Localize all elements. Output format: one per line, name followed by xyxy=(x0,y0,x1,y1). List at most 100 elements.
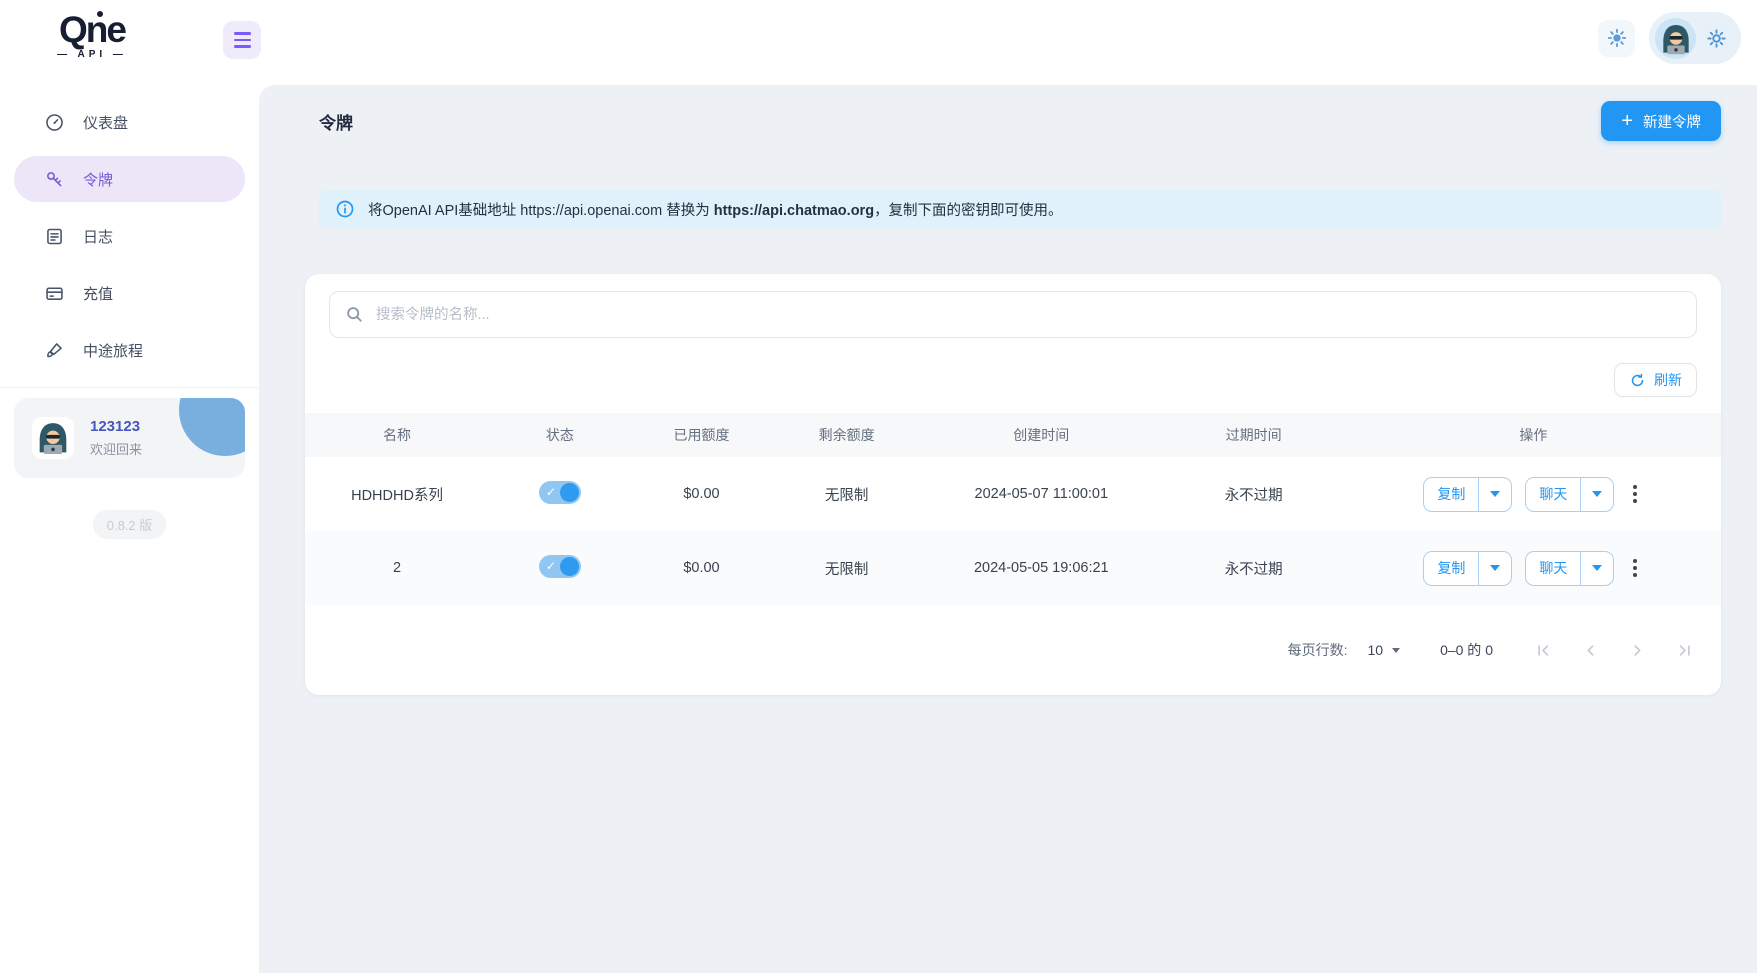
user-name: 123123 xyxy=(90,418,142,435)
status-toggle[interactable]: ✓ xyxy=(539,555,581,578)
copy-dropdown-button[interactable] xyxy=(1478,552,1511,585)
more-actions-icon[interactable] xyxy=(1627,479,1643,509)
sidebar-item-logs[interactable]: 日志 xyxy=(14,213,245,259)
user-avatar[interactable] xyxy=(1655,18,1696,59)
first-page-icon[interactable] xyxy=(1533,640,1554,661)
refresh-button[interactable]: 刷新 xyxy=(1614,363,1697,397)
logo-wordmark: Qne xyxy=(59,9,125,50)
token-name: HDHDHD系列 xyxy=(305,457,489,531)
sidebar-user-card[interactable]: 123123 欢迎回来 xyxy=(14,398,245,478)
chevron-down-icon xyxy=(1592,491,1602,497)
chat-button[interactable]: 聊天 xyxy=(1526,552,1580,585)
copy-split-button: 复制 xyxy=(1423,551,1512,586)
pagination: 每页行数: 10 0–0 的 0 xyxy=(305,605,1721,695)
banner-text-prefix: 将OpenAI API基础地址 https://api.openai.com 替… xyxy=(368,203,714,219)
created-time: 2024-05-07 11:00:01 xyxy=(921,457,1162,531)
check-icon: ✓ xyxy=(546,559,556,573)
copy-dropdown-button[interactable] xyxy=(1478,478,1511,511)
sidebar-item-topup[interactable]: 充值 xyxy=(14,270,245,316)
rows-per-page-select[interactable]: 10 xyxy=(1367,642,1400,658)
search-input[interactable] xyxy=(329,291,1697,338)
remain-quota: 无限制 xyxy=(772,531,921,605)
status-toggle[interactable]: ✓ xyxy=(539,481,581,504)
refresh-icon xyxy=(1629,372,1646,389)
col-header-ops: 操作 xyxy=(1346,413,1721,457)
sidebar-item-label: 令牌 xyxy=(83,169,113,190)
next-page-icon[interactable] xyxy=(1627,640,1648,661)
token-name: 2 xyxy=(305,531,489,605)
chat-dropdown-button[interactable] xyxy=(1580,478,1613,511)
info-banner: 将OpenAI API基础地址 https://api.openai.com 替… xyxy=(319,190,1721,228)
last-page-icon[interactable] xyxy=(1674,640,1695,661)
used-quota: $0.00 xyxy=(631,531,773,605)
banner-url: https://api.chatmao.org xyxy=(714,203,874,219)
expire-time: 永不过期 xyxy=(1162,531,1346,605)
chat-split-button: 聊天 xyxy=(1525,551,1614,586)
topup-card-icon xyxy=(44,283,65,304)
chat-dropdown-button[interactable] xyxy=(1580,552,1613,585)
used-quota: $0.00 xyxy=(631,457,773,531)
col-header-used: 已用额度 xyxy=(631,413,773,457)
col-header-expire: 过期时间 xyxy=(1162,413,1346,457)
new-token-button[interactable]: + 新建令牌 xyxy=(1601,101,1721,141)
user-avatar xyxy=(32,417,74,459)
table-header-row: 名称 状态 已用额度 剩余额度 创建时间 过期时间 操作 xyxy=(305,413,1721,457)
prev-page-icon[interactable] xyxy=(1580,640,1601,661)
table-row: HDHDHD系列 ✓ $0.00 无限制 2024-05-07 11:00:01… xyxy=(305,457,1721,531)
chevron-down-icon xyxy=(1592,565,1602,571)
settings-gear-icon[interactable] xyxy=(1705,27,1728,50)
logo-text: Qne xyxy=(59,10,125,51)
version-badge: 0.8.2 版 xyxy=(93,510,167,539)
rows-per-page-value: 10 xyxy=(1367,642,1383,658)
copy-button[interactable]: 复制 xyxy=(1424,478,1478,511)
sidebar-item-label: 充值 xyxy=(83,283,113,304)
sidebar: 仪表盘 令牌 日志 充值 xyxy=(0,85,259,973)
sidebar-divider xyxy=(0,387,259,388)
sidebar-item-tokens[interactable]: 令牌 xyxy=(14,156,245,202)
top-bar: Qne — API — xyxy=(0,0,1757,85)
chat-split-button: 聊天 xyxy=(1525,477,1614,512)
user-menu[interactable] xyxy=(1649,12,1741,64)
copy-button[interactable]: 复制 xyxy=(1424,552,1478,585)
chevron-down-icon xyxy=(1490,491,1500,497)
sidebar-item-label: 日志 xyxy=(83,226,113,247)
expire-time: 永不过期 xyxy=(1162,457,1346,531)
key-icon xyxy=(44,169,65,190)
chevron-down-icon xyxy=(1392,648,1400,653)
rows-per-page-label: 每页行数: xyxy=(1288,640,1348,660)
check-icon: ✓ xyxy=(546,485,556,499)
user-card-decoration xyxy=(179,398,245,456)
main-content: 令牌 + 新建令牌 将OpenAI API基础地址 https://api.op… xyxy=(259,85,1757,973)
app-logo: Qne — API — xyxy=(22,10,162,60)
chevron-down-icon xyxy=(1490,565,1500,571)
user-greeting: 欢迎回来 xyxy=(90,439,142,458)
sidebar-nav: 仪表盘 令牌 日志 充值 xyxy=(0,85,259,373)
info-icon xyxy=(335,199,355,219)
col-header-name: 名称 xyxy=(305,413,489,457)
remain-quota: 无限制 xyxy=(772,457,921,531)
sidebar-item-label: 仪表盘 xyxy=(83,112,128,133)
theme-sun-icon[interactable] xyxy=(1598,20,1635,57)
tokens-table: 名称 状态 已用额度 剩余额度 创建时间 过期时间 操作 HDHDHD系列 ✓ xyxy=(305,413,1721,605)
created-time: 2024-05-05 19:06:21 xyxy=(921,531,1162,605)
tokens-card: 刷新 名称 状态 已用额度 剩余额度 创建时间 过期时间 操作 HDHDHD系列 xyxy=(305,274,1721,695)
banner-text: 将OpenAI API基础地址 https://api.openai.com 替… xyxy=(368,199,1063,220)
col-header-created: 创建时间 xyxy=(921,413,1162,457)
pagination-range: 0–0 的 0 xyxy=(1440,640,1493,660)
more-actions-icon[interactable] xyxy=(1627,553,1643,583)
chat-button[interactable]: 聊天 xyxy=(1526,478,1580,511)
topbar-actions xyxy=(1598,12,1741,64)
table-row: 2 ✓ $0.00 无限制 2024-05-05 19:06:21 永不过期 复… xyxy=(305,531,1721,605)
paintbrush-icon xyxy=(44,340,65,361)
plus-icon: + xyxy=(1621,111,1633,131)
copy-split-button: 复制 xyxy=(1423,477,1512,512)
dashboard-icon xyxy=(44,112,65,133)
menu-icon[interactable] xyxy=(223,21,261,59)
page-title: 令牌 xyxy=(319,109,353,134)
log-icon xyxy=(44,226,65,247)
sidebar-item-midjourney[interactable]: 中途旅程 xyxy=(14,327,245,373)
sidebar-item-dashboard[interactable]: 仪表盘 xyxy=(14,99,245,145)
banner-text-suffix: ，复制下面的密钥即可使用。 xyxy=(874,203,1063,219)
sidebar-item-label: 中途旅程 xyxy=(83,340,143,361)
col-header-remain: 剩余额度 xyxy=(772,413,921,457)
